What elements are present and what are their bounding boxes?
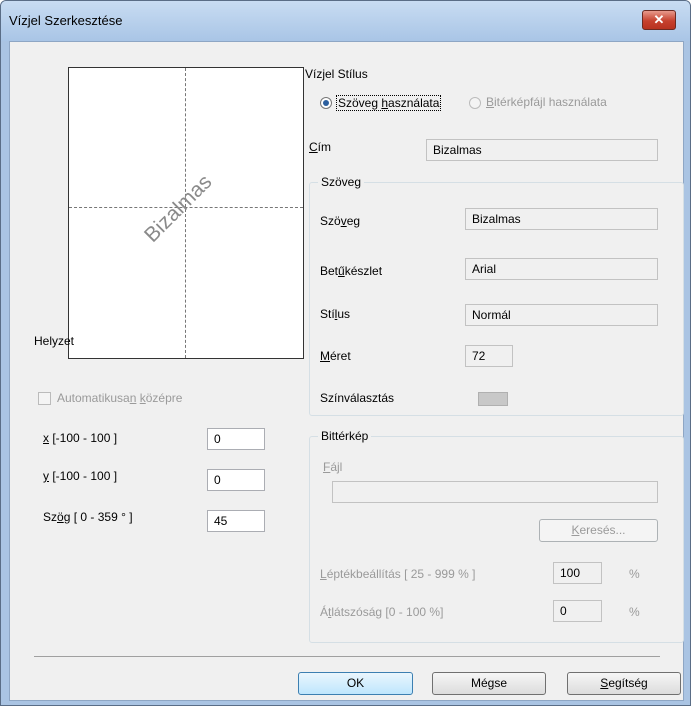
font-style-label: Stílus — [320, 307, 351, 321]
transparency-unit: % — [629, 605, 640, 619]
text-label: Szöveg — [320, 214, 361, 228]
font-select[interactable]: Arial — [465, 258, 658, 280]
help-button[interactable]: Segítség — [567, 672, 681, 695]
transparency-label: Átlátszóság [0 - 100 %] — [320, 605, 444, 619]
font-style-select[interactable]: Normál — [465, 304, 658, 326]
file-input[interactable] — [332, 481, 658, 503]
bitmap-option-label: Bitérképfájl használata — [486, 95, 607, 109]
scale-unit: % — [629, 567, 640, 581]
bitmap-option-radio[interactable] — [469, 97, 481, 109]
size-input[interactable]: 72 — [465, 345, 513, 367]
auto-center-label: Automatikusan középre — [57, 391, 183, 405]
close-button[interactable]: ✕ — [642, 10, 676, 30]
bitmap-group-heading: Bittérkép — [318, 429, 372, 443]
ok-button[interactable]: OK — [298, 672, 413, 695]
browse-button[interactable]: Keresés... — [539, 519, 658, 542]
text-input[interactable]: Bizalmas — [465, 208, 658, 230]
font-label: Betűkészlet — [320, 264, 383, 278]
color-label: Színválasztás — [320, 391, 395, 405]
dialog-window: Vízjel Szerkesztése ✕ Bizalmas Helyzet A… — [0, 0, 691, 706]
title-input[interactable]: Bizalmas — [426, 139, 658, 161]
preview-watermark-text: Bizalmas — [139, 170, 217, 247]
size-label: Méret — [320, 349, 351, 363]
file-label: Fájl — [323, 460, 343, 474]
auto-center-checkbox[interactable] — [38, 392, 51, 405]
cancel-button[interactable]: Mégse — [432, 672, 546, 695]
window-title: Vízjel Szerkesztése — [9, 13, 123, 28]
scale-input[interactable]: 100 — [553, 562, 602, 584]
watermark-preview: Bizalmas — [68, 67, 304, 359]
angle-input[interactable]: 45 — [207, 510, 265, 532]
text-option-label[interactable]: Szöveg használata — [336, 95, 442, 111]
position-heading: Helyzet — [34, 334, 75, 348]
x-label: x [-100 - 100 ] — [43, 431, 118, 445]
text-option-radio[interactable] — [320, 97, 332, 109]
color-swatch[interactable] — [478, 392, 508, 406]
scale-label: Léptékbeállítás [ 25 - 999 % ] — [320, 567, 476, 581]
y-label: y [-100 - 100 ] — [43, 469, 118, 483]
dialog-client: Bizalmas Helyzet Automatikusan középre x… — [9, 41, 684, 701]
title-label: Cím — [309, 140, 332, 154]
button-separator — [34, 656, 660, 657]
text-group-heading: Szöveg — [318, 175, 365, 189]
style-heading: Vízjel Stílus — [305, 67, 368, 81]
close-icon: ✕ — [653, 12, 665, 27]
y-input[interactable]: 0 — [207, 469, 265, 491]
transparency-input[interactable]: 0 — [553, 600, 602, 622]
title-bar[interactable]: Vízjel Szerkesztése ✕ — [1, 1, 690, 41]
x-input[interactable]: 0 — [207, 428, 265, 450]
angle-label: Szög [ 0 - 359 ° ] — [43, 510, 133, 524]
